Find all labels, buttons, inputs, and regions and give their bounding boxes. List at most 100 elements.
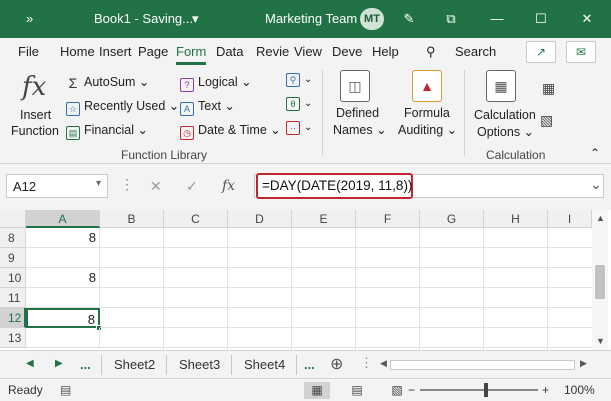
share-button[interactable]: ↗ (526, 41, 556, 63)
zoom-out-button[interactable]: − (408, 383, 415, 397)
zoom-in-button[interactable]: + (542, 383, 549, 397)
row-header[interactable]: 9 (0, 248, 26, 268)
cell-a11[interactable] (26, 288, 100, 308)
scroll-right-icon[interactable]: ▶ (580, 358, 587, 369)
column-header-i[interactable]: I (548, 210, 592, 228)
cancel-icon[interactable]: ✕ (150, 178, 162, 195)
scrollbar-thumb[interactable] (595, 265, 605, 299)
insert-function-label-1[interactable]: Insert (20, 108, 51, 122)
name-box[interactable]: A12 ▾ (6, 174, 108, 198)
cell-a10[interactable]: 8 (26, 268, 100, 288)
normal-view-button[interactable]: ▦ (304, 382, 330, 399)
maximize-button[interactable]: ☐ (530, 8, 552, 30)
scroll-left-icon[interactable]: ◀ (380, 358, 387, 369)
column-header-f[interactable]: F (356, 210, 420, 228)
scroll-up-icon[interactable]: ▲ (596, 213, 605, 223)
row-header[interactable]: 10 (0, 268, 26, 288)
calculator-icon[interactable]: ▦ (486, 70, 516, 102)
column-header-c[interactable]: C (164, 210, 228, 228)
cell-a8[interactable]: 8 (26, 228, 100, 248)
document-title[interactable]: Book1 - Saving... (94, 11, 193, 26)
close-button[interactable]: ✕ (576, 8, 598, 30)
sheet-tab-sheet3[interactable]: Sheet3 (179, 357, 220, 372)
tab-data[interactable]: Data (216, 44, 243, 59)
expand-formula-bar-icon[interactable]: ⌄ (590, 176, 602, 193)
calculate-sheet-icon[interactable]: ▧ (540, 112, 560, 130)
zoom-level[interactable]: 100% (564, 383, 595, 397)
column-header-b[interactable]: B (100, 210, 164, 228)
formula-text[interactable]: =DAY(DATE(2019, 11,8)) (262, 178, 412, 193)
recently-used-button[interactable]: ☆ Recently Used ⌄ (66, 98, 179, 116)
vertical-scrollbar[interactable]: ▲ ▼ (592, 210, 608, 350)
formula-auditing-label-2[interactable]: Auditing ⌄ (398, 122, 457, 137)
page-break-view-button[interactable]: ▧ (384, 382, 410, 399)
date-time-button[interactable]: ◷ Date & Time ⌄ (180, 122, 281, 140)
comments-button[interactable]: ✉ (566, 41, 596, 63)
tab-formulas[interactable]: Form (176, 44, 207, 65)
row-header[interactable]: 11 (0, 288, 26, 308)
formula-auditing-label-1[interactable]: Formula (404, 106, 450, 120)
lookup-reference-button[interactable]: ⚲ (286, 72, 306, 90)
sheet-overflow-right[interactable]: ... (304, 357, 315, 372)
page-layout-view-button[interactable]: ▤ (344, 382, 370, 399)
autosum-button[interactable]: Σ AutoSum ⌄ (66, 74, 150, 91)
sheet-tab-sheet4[interactable]: Sheet4 (244, 357, 285, 372)
column-header-a[interactable]: A (26, 210, 100, 228)
tab-view[interactable]: View (294, 44, 322, 59)
column-header-d[interactable]: D (228, 210, 292, 228)
sheet-overflow-left[interactable]: ... (80, 357, 91, 372)
more-functions-button[interactable]: ·· (286, 120, 306, 138)
row-header[interactable]: 8 (0, 228, 26, 248)
scroll-down-icon[interactable]: ▼ (596, 336, 605, 346)
text-button[interactable]: A Text ⌄ (180, 98, 235, 116)
sheet-tab-sheet2[interactable]: Sheet2 (114, 357, 155, 372)
insert-function-icon[interactable]: fx (222, 178, 235, 194)
calculate-now-icon[interactable]: ▦ (542, 80, 562, 98)
quick-access-overflow-button[interactable]: » (26, 11, 33, 26)
select-all-corner[interactable] (0, 210, 26, 228)
prev-sheet-icon[interactable]: ◀ (26, 358, 34, 369)
ribbon-display-icon[interactable]: ⧉ (440, 8, 462, 30)
splitter-grip-icon[interactable]: ⋮ (360, 355, 373, 371)
search-icon[interactable]: ⚲ (426, 44, 436, 60)
zoom-slider-thumb[interactable] (484, 383, 488, 397)
chevron-down-icon[interactable]: ▾ (96, 178, 101, 189)
fx-icon[interactable]: fx (22, 72, 46, 102)
formula-auditing-icon[interactable]: ▲ (412, 70, 442, 102)
minimize-button[interactable]: — (486, 8, 508, 30)
macro-recording-icon[interactable]: ▤ (60, 383, 71, 397)
column-header-g[interactable]: G (420, 210, 484, 228)
enter-icon[interactable]: ✓ (186, 178, 198, 195)
tab-page-layout[interactable]: Page (138, 44, 168, 59)
next-sheet-icon[interactable]: ▶ (55, 358, 63, 369)
calculation-options-label-1[interactable]: Calculation (474, 108, 536, 122)
avatar[interactable]: MT (360, 8, 384, 30)
defined-names-label-2[interactable]: Names ⌄ (333, 122, 387, 137)
tab-home[interactable]: Home (60, 44, 95, 59)
insert-function-label-2[interactable]: Function (11, 124, 59, 138)
search-box[interactable]: Search (455, 44, 496, 59)
logical-button[interactable]: ? Logical ⌄ (180, 74, 252, 92)
column-header-h[interactable]: H (484, 210, 548, 228)
cell-a13[interactable] (26, 328, 100, 348)
zoom-slider-track[interactable] (420, 389, 538, 391)
tab-review[interactable]: Revie (256, 44, 289, 59)
row-header[interactable]: 13 (0, 328, 26, 348)
tag-icon[interactable]: ◫ (340, 70, 370, 102)
collapse-ribbon-icon[interactable]: ⌃ (590, 146, 600, 160)
document-title-dropdown-icon[interactable]: ▾ (192, 11, 199, 27)
calculation-options-label-2[interactable]: Options ⌄ (477, 124, 534, 139)
tab-insert[interactable]: Insert (99, 44, 132, 59)
defined-names-label-1[interactable]: Defined (336, 106, 379, 120)
cell-a12-selected[interactable]: 8 (26, 308, 100, 328)
math-trig-button[interactable]: θ (286, 96, 306, 114)
financial-button[interactable]: ▤ Financial ⌄ (66, 122, 148, 140)
pen-icon[interactable]: ✎ (398, 8, 420, 30)
horizontal-scrollbar-track[interactable] (390, 360, 575, 370)
add-sheet-icon[interactable]: ⊕ (330, 354, 343, 374)
horizontal-scrollbar[interactable]: ◀ ▶ (380, 358, 590, 372)
column-header-e[interactable]: E (292, 210, 356, 228)
tab-file[interactable]: File (18, 44, 39, 59)
row-header-selected[interactable]: 12 (0, 308, 26, 328)
cell-a9[interactable] (26, 248, 100, 268)
